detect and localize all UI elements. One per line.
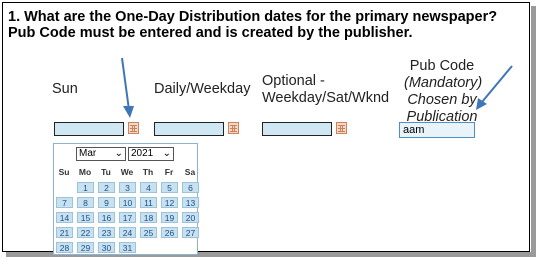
weekday-label: Sa	[184, 167, 196, 177]
sun-date-input[interactable]	[54, 122, 124, 136]
calendar-icon[interactable]	[336, 122, 347, 134]
calendar-day[interactable]: 19	[161, 212, 178, 223]
calendar-day[interactable]: 6	[182, 182, 199, 193]
calendar-day[interactable]: 20	[182, 212, 199, 223]
calendar-day[interactable]: 17	[119, 212, 136, 223]
calendar-day[interactable]: 21	[56, 227, 73, 238]
pub-code-input[interactable]	[399, 122, 475, 138]
calendar-day[interactable]: 3	[119, 182, 136, 193]
calendar-day[interactable]: 29	[77, 242, 94, 253]
label-optional-line1: Optional -	[262, 73, 325, 89]
calendar-day[interactable]: 31	[119, 242, 136, 253]
daily-date-input[interactable]	[154, 122, 224, 136]
label-pub-note-2: Chosen by	[407, 92, 477, 108]
calendar-day[interactable]: 22	[77, 227, 94, 238]
calendar-day[interactable]: 2	[98, 182, 115, 193]
calendar-day[interactable]: 26	[161, 227, 178, 238]
year-select-value: 2021	[131, 148, 154, 159]
calendar-day[interactable]: 14	[56, 212, 73, 223]
label-pub-code-title: Pub Code	[409, 58, 475, 74]
chevron-down-icon: ⌄	[114, 148, 123, 159]
calendar-day[interactable]: 12	[161, 197, 178, 208]
weekday-label: Fr	[164, 167, 174, 177]
calendar-day[interactable]: 24	[119, 227, 136, 238]
calendar-day[interactable]: 7	[56, 197, 73, 208]
calendar-day[interactable]: 25	[140, 227, 157, 238]
date-picker-popup: Mar ⌄ 2021 ⌄ Su Mo Tu We Th Fr Sa 1 2 3 4 5 6 7 8 9 10 1…	[53, 143, 199, 255]
weekday-label: Mo	[78, 167, 92, 177]
calendar-day[interactable]: 1	[77, 182, 94, 193]
calendar-day[interactable]: 30	[98, 242, 115, 253]
optional-date-input[interactable]	[262, 122, 332, 136]
calendar-day[interactable]: 13	[182, 197, 199, 208]
label-daily-weekday: Daily/Weekday	[154, 81, 251, 97]
label-pub-code: Pub Code (Mandatory) Chosen by Publicati…	[404, 58, 483, 126]
weekday-label: Tu	[101, 167, 111, 177]
month-select-value: Mar	[79, 148, 97, 159]
calendar-day[interactable]: 16	[98, 212, 115, 223]
calendar-day[interactable]: 9	[98, 197, 115, 208]
calendar-day[interactable]: 18	[140, 212, 157, 223]
calendar-icon[interactable]	[128, 122, 139, 134]
year-select[interactable]: 2021 ⌄	[128, 147, 174, 161]
calendar-icon[interactable]	[228, 122, 239, 134]
calendar-day[interactable]: 4	[140, 182, 157, 193]
month-select[interactable]: Mar ⌄	[76, 147, 126, 161]
label-sun: Sun	[52, 81, 78, 97]
calendar-day[interactable]: 8	[77, 197, 94, 208]
label-pub-note-1: (Mandatory)	[404, 75, 483, 91]
calendar-day[interactable]: 28	[56, 242, 73, 253]
chevron-down-icon: ⌄	[162, 148, 171, 159]
calendar-day[interactable]: 11	[140, 197, 157, 208]
calendar-day[interactable]: 23	[98, 227, 115, 238]
label-optional-line2: Weekday/Sat/Wknd	[262, 90, 390, 106]
calendar-day[interactable]: 10	[119, 197, 136, 208]
label-optional: Optional - Weekday/Sat/Wknd	[262, 73, 389, 107]
weekday-label: We	[120, 167, 134, 177]
weekday-label: Th	[142, 167, 154, 177]
calendar-day[interactable]: 15	[77, 212, 94, 223]
question-text: 1. What are the One-Day Distribution dat…	[8, 9, 498, 41]
frame-shadow-right	[531, 6, 536, 255]
calendar-day[interactable]: 5	[161, 182, 178, 193]
calendar-day[interactable]: 27	[182, 227, 199, 238]
weekday-label: Su	[58, 167, 70, 177]
